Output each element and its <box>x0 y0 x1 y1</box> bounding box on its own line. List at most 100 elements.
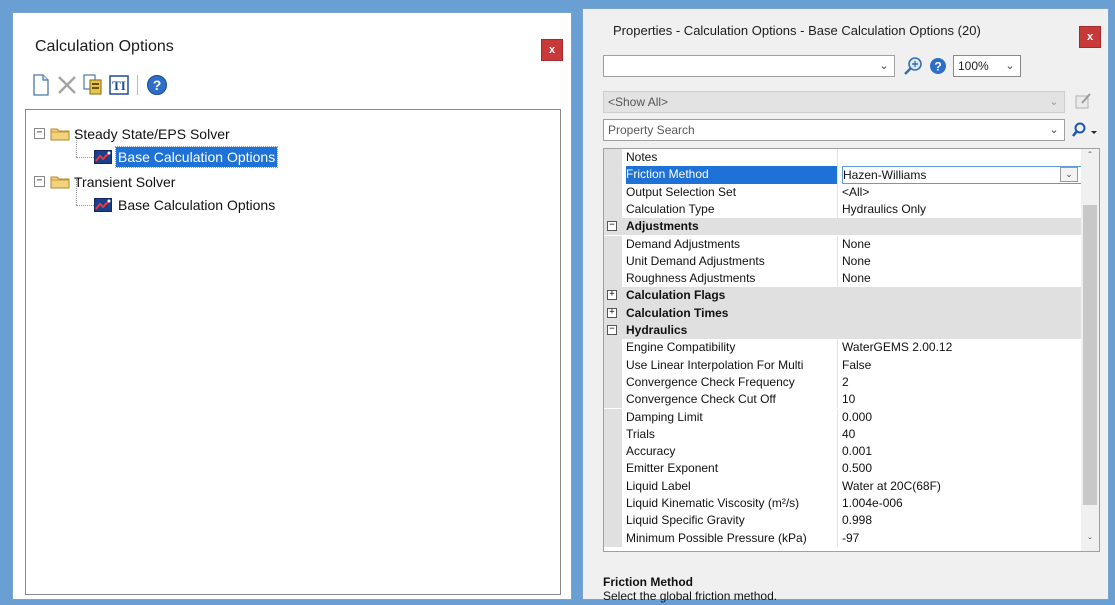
property-row[interactable]: Minimum Possible Pressure (kPa) -97 <box>604 529 1082 547</box>
tree-node-steady-state[interactable]: − Steady State/EPS Solver <box>34 124 334 144</box>
property-name: Unit Demand Adjustments <box>626 252 838 271</box>
tree-node-base-calc-options-steady[interactable]: Base Calculation Options <box>94 146 314 168</box>
property-value[interactable]: None <box>842 270 1082 287</box>
property-row[interactable]: Liquid Specific Gravity 0.998 <box>604 512 1082 530</box>
new-icon[interactable] <box>29 73 53 97</box>
property-row[interactable]: Output Selection Set <All> <box>604 183 1082 201</box>
property-value[interactable]: False <box>842 357 1082 374</box>
property-category-row[interactable]: − Hydraulics <box>604 322 1082 340</box>
property-value[interactable]: WaterGEMS 2.00.12 <box>842 339 1082 356</box>
property-row[interactable]: Engine Compatibility WaterGEMS 2.00.12 <box>604 339 1082 357</box>
property-category-label: Calculation Times <box>626 305 729 320</box>
property-category-row[interactable]: + Calculation Times <box>604 304 1082 322</box>
property-row[interactable]: Convergence Check Frequency 2 <box>604 373 1082 392</box>
properties-title: Properties - Calculation Options - Base … <box>613 23 981 38</box>
property-value[interactable]: 0.500 <box>842 460 1082 477</box>
show-all-filter-combo[interactable]: <Show All> ⌄ <box>603 91 1065 113</box>
collapse-icon[interactable]: − <box>34 176 45 187</box>
property-category-label: Adjustments <box>626 219 699 234</box>
tree-node-label: Transient Solver <box>74 174 176 190</box>
help-icon[interactable]: ? <box>145 73 169 97</box>
property-row[interactable]: Use Linear Interpolation For Multi False <box>604 356 1082 374</box>
property-value[interactable]: None <box>842 236 1082 253</box>
help-icon[interactable]: ? <box>929 57 947 75</box>
property-row[interactable]: Accuracy 0.001 <box>604 443 1082 461</box>
property-name: Use Linear Interpolation For Multi <box>626 356 838 374</box>
property-value[interactable] <box>842 149 1082 166</box>
property-row[interactable]: Damping Limit 0.000 <box>604 408 1082 426</box>
property-row[interactable]: Liquid Kinematic Viscosity (m²/s) 1.004e-… <box>604 495 1082 513</box>
property-row[interactable]: Roughness Adjustments None <box>604 270 1082 288</box>
duplicate-icon[interactable] <box>81 73 105 97</box>
element-selector-combo[interactable]: ⌄ <box>603 55 895 77</box>
collapse-icon[interactable]: − <box>607 325 617 335</box>
property-name: Liquid Label <box>626 477 838 495</box>
property-name: Convergence Check Cut Off <box>626 391 838 409</box>
property-value[interactable]: Hydraulics Only <box>842 201 1082 218</box>
calculation-options-panel: Calculation Options x TI ? − Steady Stat… <box>12 12 572 600</box>
property-row[interactable]: Notes <box>604 149 1082 167</box>
property-row[interactable]: Demand Adjustments None <box>604 235 1082 253</box>
property-value[interactable]: 1.004e-006 <box>842 495 1082 512</box>
delete-icon[interactable] <box>55 73 79 97</box>
calculation-options-tree: − Steady State/EPS Solver Base Calculati… <box>25 109 561 595</box>
property-value[interactable]: None <box>842 253 1082 270</box>
property-value[interactable]: 10 <box>842 391 1082 408</box>
property-row[interactable]: Liquid Label Water at 20C(68F) <box>604 477 1082 495</box>
property-value[interactable]: 40 <box>842 426 1082 443</box>
collapse-icon[interactable]: − <box>34 128 45 139</box>
property-description: Friction Method Select the global fricti… <box>603 575 1100 603</box>
property-name: Liquid Kinematic Viscosity (m²/s) <box>626 495 838 513</box>
property-row[interactable]: Calculation Type Hydraulics Only <box>604 200 1082 219</box>
search-icon[interactable] <box>1071 121 1087 139</box>
description-title: Friction Method <box>603 575 693 589</box>
row-gutter <box>604 529 622 547</box>
property-value[interactable]: Water at 20C(68F) <box>842 478 1082 495</box>
property-value[interactable]: <All> <box>842 184 1082 201</box>
scrollbar-thumb[interactable] <box>1083 205 1097 505</box>
search-options-dropdown-icon[interactable] <box>1089 127 1099 137</box>
property-row[interactable]: Trials 40 <box>604 425 1082 444</box>
property-value[interactable]: 2 <box>842 374 1082 391</box>
scroll-up-icon[interactable]: ˆ <box>1081 149 1099 165</box>
scroll-down-icon[interactable]: ˇ <box>1081 535 1099 551</box>
zoom-to-icon[interactable] <box>903 55 925 77</box>
expand-icon[interactable]: + <box>607 307 617 318</box>
property-row[interactable]: Unit Demand Adjustments None <box>604 252 1082 271</box>
tree-connector <box>76 205 94 206</box>
property-row[interactable]: Friction Method Hazen-Williams ⌄ <box>604 166 1082 184</box>
property-row[interactable]: Convergence Check Cut Off 10 <box>604 391 1082 409</box>
property-row[interactable]: Emitter Exponent 0.500 <box>604 460 1082 478</box>
edit-filter-icon[interactable] <box>1073 91 1093 111</box>
expand-icon[interactable]: + <box>607 290 617 301</box>
right-close-button[interactable]: x <box>1079 26 1101 48</box>
rename-icon[interactable]: TI <box>107 73 131 97</box>
property-value[interactable]: Hazen-Williams <box>842 166 1082 184</box>
property-search-input[interactable]: Property Search ⌄ <box>603 119 1065 141</box>
property-value[interactable]: 0.000 <box>842 409 1082 426</box>
zoom-level-combo[interactable]: 100% ⌄ <box>953 55 1021 77</box>
property-name: Convergence Check Frequency <box>626 373 838 392</box>
properties-panel: Properties - Calculation Options - Base … <box>582 8 1109 603</box>
row-gutter <box>604 408 622 426</box>
property-value[interactable]: 0.001 <box>842 443 1082 460</box>
property-grid-scrollbar[interactable]: ˆ ˇ <box>1081 149 1099 551</box>
left-close-button[interactable]: x <box>541 39 563 61</box>
chevron-down-icon: ⌄ <box>1049 124 1059 136</box>
property-category-row[interactable]: − Adjustments <box>604 218 1082 236</box>
property-search-placeholder: Property Search <box>608 123 695 137</box>
property-category-row[interactable]: + Calculation Flags <box>604 287 1082 305</box>
property-value[interactable]: 0.998 <box>842 512 1082 529</box>
property-name: Engine Compatibility <box>626 339 838 357</box>
folder-icon <box>50 128 70 141</box>
tree-node-transient[interactable]: − Transient Solver <box>34 172 334 192</box>
property-value[interactable]: -97 <box>842 530 1082 547</box>
chevron-down-icon[interactable]: ⌄ <box>1060 167 1078 183</box>
tree-node-base-calc-options-transient[interactable]: Base Calculation Options <box>94 195 314 215</box>
property-name: Demand Adjustments <box>626 235 838 253</box>
tree-node-label: Steady State/EPS Solver <box>74 126 230 142</box>
chevron-down-icon: ⌄ <box>879 60 889 72</box>
property-name: Calculation Type <box>626 200 838 219</box>
row-gutter <box>604 512 622 530</box>
collapse-icon[interactable]: − <box>607 221 617 232</box>
